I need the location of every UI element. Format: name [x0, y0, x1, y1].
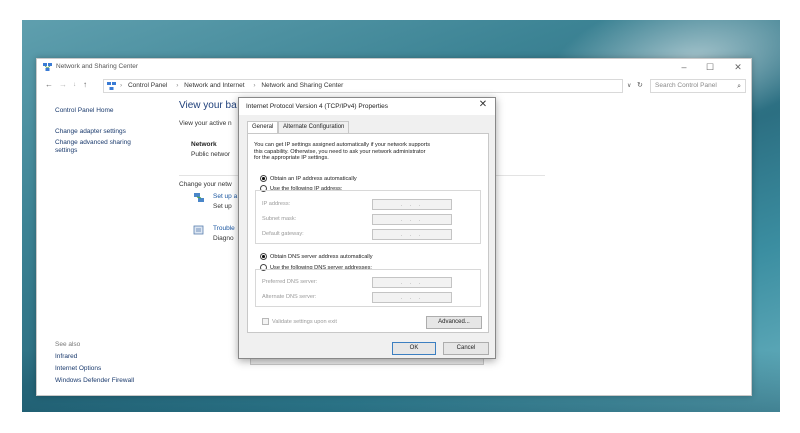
breadcrumb-control-panel[interactable]: Control Panel	[128, 82, 167, 89]
setup-connection-desc: Set up	[213, 203, 232, 210]
breadcrumb-network-internet[interactable]: Network and Internet	[184, 82, 244, 89]
see-also-internet-options[interactable]: Internet Options	[55, 365, 101, 373]
chevron-down-icon[interactable]: ∨	[627, 82, 631, 89]
title-bar: Network and Sharing Center – ☐ ✕	[37, 59, 751, 75]
see-also-infrared[interactable]: Infrared	[55, 353, 77, 361]
minimize-button[interactable]: –	[673, 60, 695, 74]
search-icon: ⌕	[737, 83, 741, 90]
page-title: View your ba	[179, 100, 237, 111]
sidebar-item-change-adapter[interactable]: Change adapter settings	[55, 128, 126, 136]
troubleshoot-icon	[193, 225, 204, 235]
ip-auto-radio[interactable]	[260, 175, 267, 182]
ip-auto-label[interactable]: Obtain an IP address automatically	[270, 176, 357, 183]
back-arrow-icon[interactable]: ←	[45, 80, 53, 89]
dialog-close-button[interactable]: ✕	[476, 99, 490, 110]
cancel-button[interactable]: Cancel	[443, 342, 489, 355]
see-also-firewall[interactable]: Windows Defender Firewall	[55, 377, 134, 385]
default-gateway-label: Default gateway:	[262, 231, 304, 237]
network-type: Public networ	[191, 151, 231, 158]
ok-button[interactable]: OK	[392, 342, 436, 355]
sidebar-item-control-panel-home[interactable]: Control Panel Home	[55, 107, 114, 115]
divider	[495, 175, 545, 176]
maximize-button[interactable]: ☐	[699, 60, 721, 74]
description-line-3: for the appropriate IP settings.	[254, 155, 329, 161]
sidebar: Control Panel Home Change adapter settin…	[37, 97, 175, 395]
troubleshoot-link[interactable]: Trouble	[213, 225, 235, 232]
troubleshoot-desc: Diagno	[213, 235, 234, 242]
subnet-mask-field[interactable]: . . .	[372, 214, 452, 225]
ip-address-field[interactable]: . . .	[372, 199, 452, 210]
setup-connection-link[interactable]: Set up a	[213, 193, 237, 200]
breadcrumb-network-sharing[interactable]: Network and Sharing Center	[261, 82, 343, 89]
ipv4-properties-dialog: Internet Protocol Version 4 (TCP/IPv4) P…	[238, 97, 496, 359]
general-panel: You can get IP settings assigned automat…	[247, 133, 489, 333]
up-arrow-icon[interactable]: ↑	[83, 80, 87, 89]
forward-arrow-icon[interactable]: →	[59, 80, 67, 89]
advanced-button[interactable]: Advanced...	[426, 316, 482, 329]
dialog-title: Internet Protocol Version 4 (TCP/IPv4) P…	[246, 103, 388, 110]
validate-checkbox[interactable]	[262, 318, 269, 325]
see-also-heading: See also	[55, 341, 81, 348]
network-name: Network	[191, 141, 217, 148]
network-setup-icon	[194, 193, 204, 202]
change-settings-heading: Change your netw	[179, 181, 232, 188]
tab-alternate-configuration[interactable]: Alternate Configuration	[278, 121, 350, 133]
alternate-dns-label: Alternate DNS server:	[262, 294, 317, 300]
validate-label: Validate settings upon exit	[272, 318, 337, 325]
default-gateway-field[interactable]: . . .	[372, 229, 452, 240]
breadcrumb-separator: ›	[253, 82, 256, 89]
breadcrumb-separator: ›	[176, 82, 179, 89]
recent-locations-icon[interactable]: ↓	[73, 82, 76, 88]
control-panel-icon	[107, 82, 116, 90]
dialog-title-bar: Internet Protocol Version 4 (TCP/IPv4) P…	[239, 98, 495, 115]
search-placeholder: Search Control Panel	[655, 82, 717, 89]
preferred-dns-field[interactable]: . . .	[372, 277, 452, 288]
subnet-mask-label: Subnet mask:	[262, 216, 297, 222]
ip-address-label: IP address:	[262, 201, 291, 207]
address-row: ← → ↓ ↑ › Control Panel › Network and In…	[37, 77, 751, 95]
sidebar-item-change-sharing[interactable]: Change advanced sharing	[55, 139, 131, 147]
address-bar[interactable]: › Control Panel › Network and Internet ›…	[103, 79, 623, 93]
active-networks-heading: View your active n	[179, 120, 232, 127]
breadcrumb-separator: ›	[120, 82, 123, 89]
preferred-dns-label: Preferred DNS server:	[262, 279, 318, 285]
alternate-dns-field[interactable]: . . .	[372, 292, 452, 303]
refresh-icon[interactable]: ↻	[637, 81, 643, 89]
sidebar-item-change-sharing-cont[interactable]: settings	[55, 147, 77, 155]
close-button[interactable]: ✕	[727, 60, 749, 74]
search-input[interactable]: Search Control Panel ⌕	[650, 79, 746, 93]
divider	[179, 175, 239, 176]
window-title: Network and Sharing Center	[56, 63, 139, 70]
network-center-icon	[43, 63, 52, 71]
dns-auto-radio[interactable]	[260, 253, 267, 260]
dns-auto-label[interactable]: Obtain DNS server address automatically	[270, 254, 373, 261]
